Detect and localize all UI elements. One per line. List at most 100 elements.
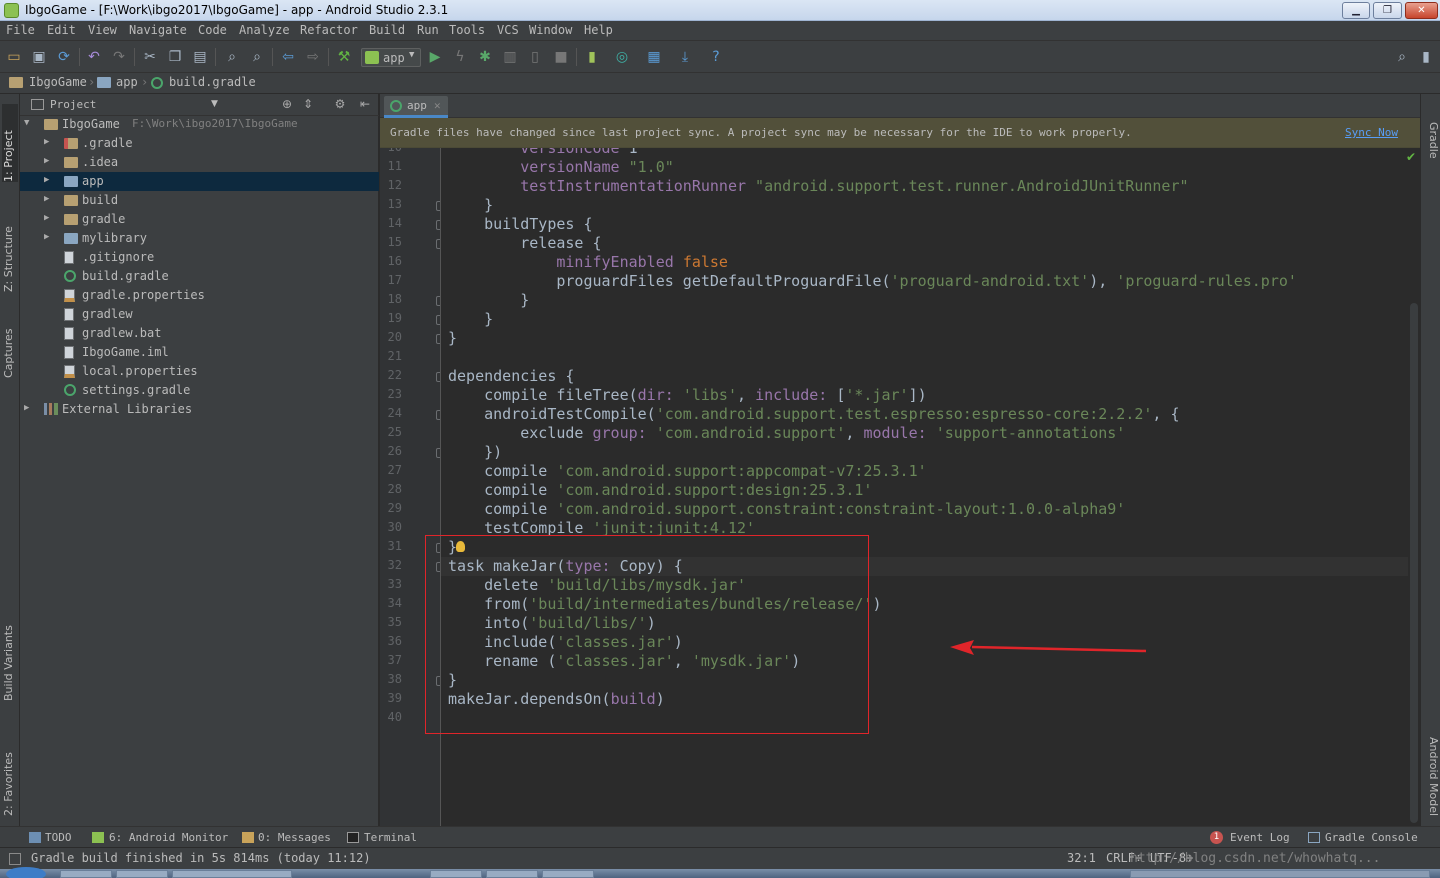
- menu-tools[interactable]: Tools: [449, 23, 485, 37]
- collapsed-arrow-icon[interactable]: ▶: [44, 175, 54, 185]
- breadcrumb-project[interactable]: IbgoGame: [29, 75, 87, 89]
- menu-view[interactable]: View: [88, 23, 117, 37]
- tree-item[interactable]: ▶ .idea: [20, 153, 379, 172]
- taskbar-item[interactable]: [486, 870, 538, 878]
- menu-analyze[interactable]: Analyze: [239, 23, 290, 37]
- help-icon[interactable]: ?: [708, 49, 724, 65]
- scroll-from-source-icon[interactable]: ⊕: [280, 97, 294, 111]
- menu-vcs[interactable]: VCS: [497, 23, 519, 37]
- tree-item[interactable]: .gitignore: [20, 248, 379, 267]
- collapsed-arrow-icon[interactable]: ▶: [44, 194, 54, 204]
- apply-changes-icon[interactable]: ϟ: [452, 49, 468, 65]
- tree-item[interactable]: gradlew.bat: [20, 324, 379, 343]
- tree-item[interactable]: settings.gradle: [20, 381, 379, 400]
- tree-item[interactable]: ▶ app: [20, 172, 379, 191]
- menu-help[interactable]: Help: [584, 23, 613, 37]
- collapsed-arrow-icon[interactable]: ▶: [44, 213, 54, 223]
- taskbar-item[interactable]: [60, 870, 112, 878]
- close-window-button[interactable]: ✕: [1405, 2, 1438, 19]
- tree-item[interactable]: ▶ gradle: [20, 210, 379, 229]
- back-icon[interactable]: ⇦: [280, 49, 296, 65]
- tree-root-row[interactable]: ▼ IbgoGame F:\Work\ibgo2017\IbgoGame: [20, 115, 379, 134]
- save-icon[interactable]: ▣: [31, 49, 47, 65]
- paste-icon[interactable]: ▤: [192, 49, 208, 65]
- tool-tab-android-model[interactable]: Android Model: [1424, 737, 1440, 827]
- scrollbar-thumb[interactable]: [1410, 303, 1418, 823]
- breadcrumb-module[interactable]: app: [116, 75, 138, 89]
- system-tray[interactable]: [1130, 870, 1430, 878]
- copy-icon[interactable]: ❐: [167, 49, 183, 65]
- redo-icon[interactable]: ↷: [111, 49, 127, 65]
- menu-run[interactable]: Run: [417, 23, 439, 37]
- close-tab-icon[interactable]: ✕: [434, 99, 441, 112]
- user-icon[interactable]: ▮: [1418, 49, 1434, 65]
- menu-file[interactable]: File: [6, 23, 35, 37]
- run-icon[interactable]: ▶: [427, 49, 443, 65]
- tree-item[interactable]: ▶ .gradle: [20, 134, 379, 153]
- tool-tab-gradle[interactable]: Gradle: [1424, 122, 1440, 172]
- tree-item[interactable]: IbgoGame.iml: [20, 343, 379, 362]
- tool-tab-event-log[interactable]: Event Log: [1230, 831, 1290, 844]
- caret-position[interactable]: 32:1: [1067, 851, 1096, 865]
- collapsed-arrow-icon[interactable]: ▶: [44, 137, 54, 147]
- breadcrumb-file[interactable]: build.gradle: [169, 75, 256, 89]
- search-everywhere-icon[interactable]: ⌕: [1394, 49, 1410, 65]
- tree-item[interactable]: ▶ mylibrary: [20, 229, 379, 248]
- tree-item[interactable]: local.properties: [20, 362, 379, 381]
- menu-refactor[interactable]: Refactor: [300, 23, 358, 37]
- find-icon[interactable]: ⌕: [224, 49, 240, 65]
- collapsed-arrow-icon[interactable]: ▶: [44, 232, 54, 242]
- minimize-button[interactable]: ▁: [1342, 2, 1370, 19]
- taskbar-item[interactable]: [542, 870, 594, 878]
- tool-tab-build-variants[interactable]: Build Variants: [2, 597, 18, 701]
- gradle-sync-icon[interactable]: ◎: [614, 49, 630, 65]
- menu-edit[interactable]: Edit: [47, 23, 76, 37]
- run-configuration-select[interactable]: app ▼: [361, 48, 421, 67]
- start-button[interactable]: [6, 867, 46, 878]
- profile-icon[interactable]: ▥: [502, 49, 518, 65]
- tree-item[interactable]: ▶ build: [20, 191, 379, 210]
- tool-tab-todo[interactable]: TODO: [45, 831, 72, 844]
- taskbar-item[interactable]: [116, 870, 168, 878]
- settings-gear-icon[interactable]: ⚙: [333, 97, 347, 111]
- avd-manager-icon[interactable]: ▮: [584, 49, 600, 65]
- editor-tab-app[interactable]: app ✕: [384, 96, 448, 118]
- tree-item[interactable]: build.gradle: [20, 267, 379, 286]
- tool-tab-captures[interactable]: Captures: [2, 314, 18, 378]
- tool-tab-structure[interactable]: Z: Structure: [2, 202, 18, 292]
- attach-debugger-icon[interactable]: ▯: [527, 49, 543, 65]
- maximize-button[interactable]: ❐: [1373, 2, 1402, 19]
- menu-build[interactable]: Build: [369, 23, 405, 37]
- menu-code[interactable]: Code: [198, 23, 227, 37]
- tool-tab-project[interactable]: 1: Project: [2, 104, 18, 182]
- project-view-select[interactable]: Project: [50, 98, 96, 111]
- tool-tab-messages[interactable]: 0: Messages: [258, 831, 331, 844]
- sdk-manager-icon[interactable]: ⤓: [677, 49, 693, 65]
- debug-icon[interactable]: ✱: [477, 49, 493, 65]
- open-icon[interactable]: ▭: [6, 49, 22, 65]
- taskbar-item[interactable]: [430, 870, 482, 878]
- forward-icon[interactable]: ⇨: [305, 49, 321, 65]
- hide-panel-icon[interactable]: ⇤: [358, 97, 372, 111]
- tool-tab-favorites[interactable]: 2: Favorites: [2, 724, 18, 816]
- undo-icon[interactable]: ↶: [86, 49, 102, 65]
- sync-icon[interactable]: ⟳: [56, 49, 72, 65]
- editor-scrollbar[interactable]: [1408, 148, 1420, 826]
- stop-icon[interactable]: ■: [553, 49, 569, 65]
- replace-icon[interactable]: ⌕: [249, 49, 265, 65]
- expanded-arrow-icon[interactable]: ▼: [24, 118, 34, 128]
- chevron-down-icon[interactable]: ▼: [211, 99, 218, 109]
- menu-navigate[interactable]: Navigate: [129, 23, 187, 37]
- cut-icon[interactable]: ✂: [142, 49, 158, 65]
- sync-now-link[interactable]: Sync Now: [1345, 126, 1398, 139]
- taskbar-item[interactable]: [172, 870, 292, 878]
- make-icon[interactable]: ⚒: [336, 49, 352, 65]
- project-structure-icon[interactable]: ▦: [646, 49, 662, 65]
- tool-tab-terminal[interactable]: Terminal: [364, 831, 417, 844]
- collapse-all-icon[interactable]: ⇕: [301, 97, 315, 111]
- tree-item[interactable]: gradle.properties: [20, 286, 379, 305]
- tool-tab-gradle-console[interactable]: Gradle Console: [1325, 831, 1418, 844]
- tool-windows-toggle-icon[interactable]: [9, 853, 21, 865]
- tree-item[interactable]: gradlew: [20, 305, 379, 324]
- tree-external-libraries[interactable]: ▶ External Libraries: [20, 400, 379, 419]
